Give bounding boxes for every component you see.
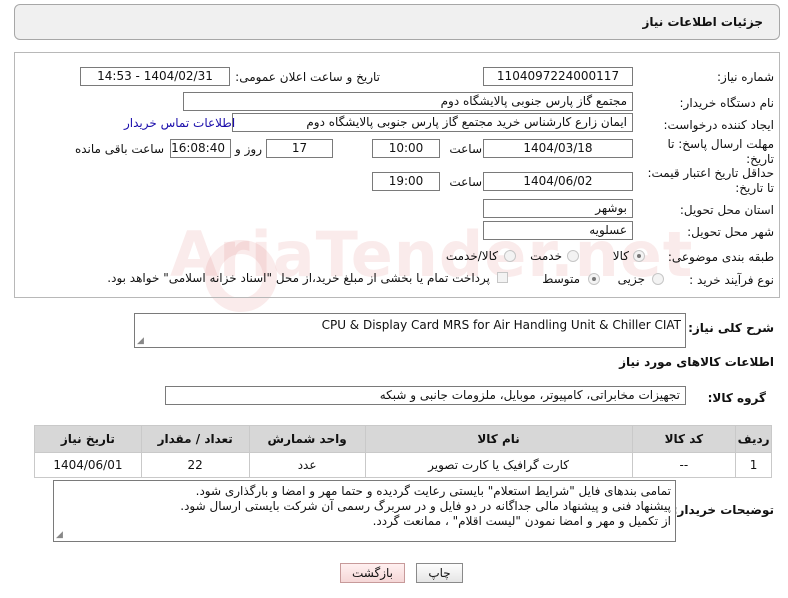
col-date: تاریخ نیاز [34, 425, 142, 453]
remaining-time-label: ساعت باقی مانده [74, 142, 164, 156]
description-text: CPU & Display Card MRS for Air Handling … [321, 318, 681, 332]
cell-name: کارت گرافیک یا کارت تصویر [364, 452, 633, 478]
buyer-org-label: نام دستگاه خریدار: [679, 96, 775, 110]
process-option-medium: متوسط [542, 272, 580, 286]
print-button[interactable]: چاپ [416, 563, 463, 583]
treasury-payment-note: پرداخت تمام یا بخشی از مبلغ خرید،از محل … [107, 271, 490, 285]
description-textarea[interactable]: CPU & Display Card MRS for Air Handling … [134, 313, 686, 348]
buyer-note-line: تمامی بندهای فایل "شرایط استعلام" بایستی… [195, 484, 671, 498]
page-header: جزئیات اطلاعات نیاز [14, 4, 780, 40]
validity-label-line2: تا تاریخ: [735, 181, 774, 195]
buyer-org-field[interactable]: مجتمع گاز پارس جنوبی پالایشگاه دوم [183, 92, 633, 111]
validity-time-label: ساعت [449, 175, 482, 189]
deadline-time-label: ساعت [449, 142, 482, 156]
goods-section-title: اطلاعات کالاهای مورد نیاز [619, 355, 774, 369]
cell-date: 1404/06/01 [34, 452, 142, 478]
col-code: کد کالا [631, 425, 737, 453]
goods-table: ردیف کد کالا نام کالا واحد شمارش تعداد /… [34, 425, 772, 478]
category-radio-service[interactable] [567, 250, 579, 262]
col-name: نام کالا [364, 425, 633, 453]
buyer-note-line: از تکمیل و مهر و امضا نمودن "لیست اقلام"… [372, 514, 671, 528]
resize-grip-icon[interactable]: ◢ [137, 336, 144, 346]
col-qty: تعداد / مقدار [140, 425, 250, 453]
buyer-notes-text: تمامی بندهای فایل "شرایط استعلام" بایستی… [180, 484, 671, 529]
table-row[interactable]: 1 -- کارت گرافیک یا کارت تصویر عدد 22 14… [34, 452, 772, 478]
need-number-field[interactable]: 1104097224000117 [483, 67, 633, 86]
process-label: نوع فرآیند خرید : [689, 273, 774, 287]
validity-label-line1: حداقل تاریخ اعتبار قیمت: [647, 166, 774, 180]
goods-group-field[interactable]: تجهیزات مخابراتی، کامپیوتر، موبایل، ملزو… [165, 386, 686, 405]
category-option-service: خدمت [530, 249, 562, 263]
goods-group-label: گروه کالا: [707, 391, 766, 405]
category-option-goods: کالا [612, 249, 629, 263]
cell-row: 1 [735, 452, 772, 478]
process-option-minor: جزیی [617, 272, 645, 286]
announce-field[interactable]: 1404/02/31 - 14:53 [80, 67, 230, 86]
col-row: ردیف [735, 425, 772, 453]
buyer-contact-link[interactable]: اطلاعات تماس خریدار [124, 116, 235, 130]
goods-table-header: ردیف کد کالا نام کالا واحد شمارش تعداد /… [34, 425, 772, 453]
category-label: طبقه بندی موضوعی: [667, 250, 774, 264]
deadline-label-line2: تاریخ: [746, 152, 774, 166]
process-radio-medium[interactable] [588, 273, 600, 285]
validity-date-field[interactable]: 1404/06/02 [483, 172, 633, 191]
deadline-label-line1: مهلت ارسال پاسخ: تا [667, 137, 774, 151]
validity-time-field[interactable]: 19:00 [372, 172, 440, 191]
treasury-payment-checkbox[interactable] [497, 272, 508, 283]
resize-grip-icon[interactable]: ◢ [56, 530, 63, 540]
province-label: استان محل تحویل: [679, 203, 774, 217]
buyer-note-line: پیشنهاد فنی و پیشنهاد مالی جداگانه در دو… [180, 499, 671, 513]
cell-unit: عدد [248, 452, 366, 478]
process-radio-minor[interactable] [652, 273, 664, 285]
page-title: جزئیات اطلاعات نیاز [642, 15, 763, 29]
deadline-time-field[interactable]: 10:00 [372, 139, 440, 158]
need-number-label: شماره نیاز: [717, 70, 774, 84]
category-radio-goods[interactable] [633, 250, 645, 262]
category-radio-both[interactable] [504, 250, 516, 262]
announce-label: تاریخ و ساعت اعلان عمومی: [235, 70, 380, 84]
requester-label: ایجاد کننده درخواست: [663, 118, 774, 132]
buyer-notes-textarea[interactable]: تمامی بندهای فایل "شرایط استعلام" بایستی… [53, 480, 676, 542]
city-label: شهر محل تحویل: [687, 225, 774, 239]
category-option-both: کالا/خدمت [445, 249, 498, 263]
cell-code: -- [631, 452, 737, 478]
description-label: شرح کلی نیاز: [688, 321, 774, 335]
city-field[interactable]: عسلویه [483, 221, 633, 240]
requester-field[interactable]: ایمان زارع کارشناس خرید مجتمع گاز پارس ج… [232, 113, 633, 132]
deadline-date-field[interactable]: 1404/03/18 [483, 139, 633, 158]
remaining-time-field[interactable]: 16:08:40 [170, 139, 231, 158]
province-field[interactable]: بوشهر [483, 199, 633, 218]
buyer-notes-label: توضیحات خریدار: [672, 503, 774, 517]
cell-qty: 22 [140, 452, 250, 478]
col-unit: واحد شمارش [248, 425, 366, 453]
days-remaining-field[interactable]: 17 [266, 139, 333, 158]
days-label: روز و [235, 142, 262, 156]
back-button[interactable]: بازگشت [340, 563, 405, 583]
